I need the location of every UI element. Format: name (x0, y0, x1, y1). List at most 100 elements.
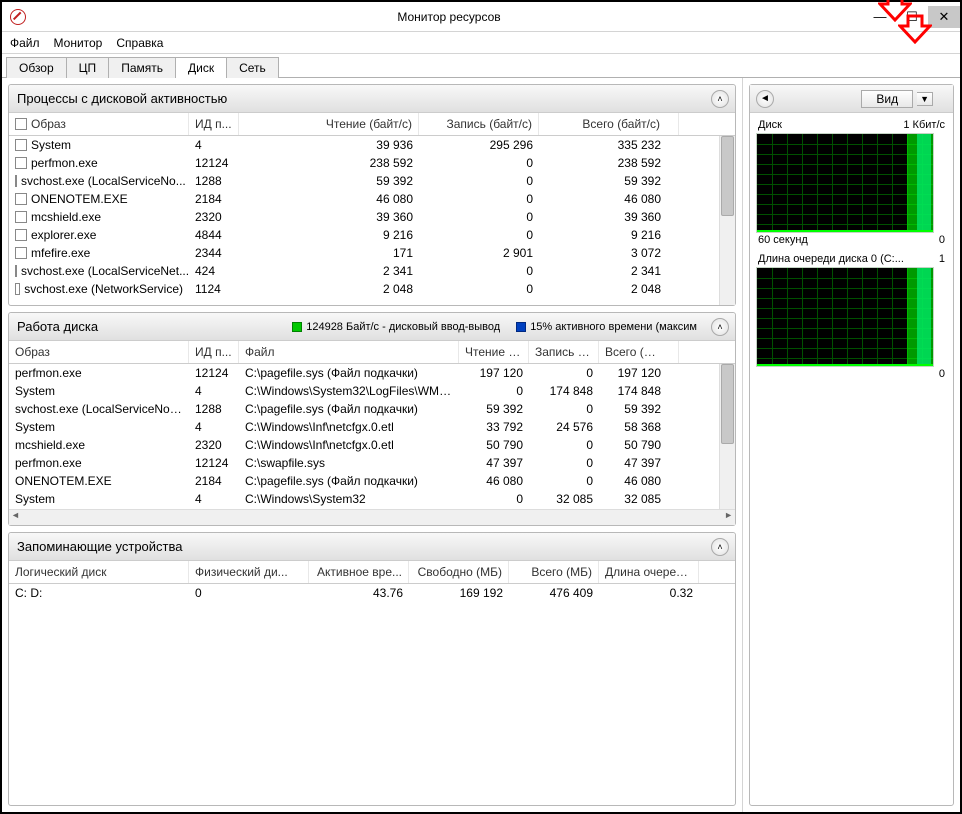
view-dropdown-icon[interactable]: ▼ (917, 92, 933, 106)
menu-help[interactable]: Справка (116, 36, 163, 50)
cell: 50 790 (599, 437, 679, 453)
collapse-icon[interactable]: ˄ (711, 90, 729, 108)
panel-storage-header[interactable]: Запоминающие устройства ˄ (9, 533, 735, 561)
maximize-button[interactable]: ☐ (896, 6, 928, 28)
panel-disk-activity-header[interactable]: Работа диска 124928 Байт/с - дисковый вв… (9, 313, 735, 341)
checkbox[interactable] (15, 229, 27, 241)
cell: perfmon.exe (9, 365, 189, 381)
cell: 2320 (189, 209, 239, 225)
cell: C:\Windows\System32 (239, 491, 459, 507)
cell: 169 192 (409, 585, 509, 601)
table-row[interactable]: System4C:\Windows\System32032 08532 085 (9, 490, 735, 508)
table-row[interactable]: perfmon.exe12124C:\pagefile.sys (Файл по… (9, 364, 735, 382)
table-row[interactable]: ONENOTEM.EXE2184C:\pagefile.sys (Файл по… (9, 472, 735, 490)
col-logical[interactable]: Логический диск (9, 561, 189, 583)
col-read[interactable]: Чтение (б... (459, 341, 529, 363)
checkbox[interactable] (15, 265, 17, 277)
blue-square-icon (516, 322, 526, 332)
checkbox[interactable] (15, 157, 27, 169)
table-row[interactable]: perfmon.exe12124C:\swapfile.sys47 397047… (9, 454, 735, 472)
checkbox[interactable] (15, 283, 20, 295)
table-row[interactable]: System439 936295 296335 232 (9, 136, 735, 154)
cell: 0 (419, 173, 539, 189)
cell: C:\pagefile.sys (Файл подкачки) (239, 401, 459, 417)
table-row[interactable]: mcshield.exe2320C:\Windows\Inf\netcfgx.0… (9, 436, 735, 454)
cell: 4 (189, 491, 239, 507)
col-total[interactable]: Всего (ба... (599, 341, 679, 363)
collapse-icon[interactable]: ˄ (711, 538, 729, 556)
col-pid[interactable]: ИД п... (189, 113, 239, 135)
cell: C:\pagefile.sys (Файл подкачки) (239, 473, 459, 489)
checkbox[interactable] (15, 247, 27, 259)
cell: 197 120 (599, 365, 679, 381)
cell: 2 901 (419, 245, 539, 261)
close-button[interactable]: ✕ (928, 6, 960, 28)
col-read[interactable]: Чтение (байт/с) (239, 113, 419, 135)
panel-processes-header[interactable]: Процессы с дисковой активностью ˄ (9, 85, 735, 113)
scrollbar[interactable] (719, 364, 735, 509)
table-row[interactable]: C: D:043.76169 192476 4090.32 (9, 584, 735, 602)
cell: System (9, 491, 189, 507)
menu-monitor[interactable]: Монитор (54, 36, 103, 50)
titlebar: Монитор ресурсов — ☐ ✕ (2, 2, 960, 32)
table-row[interactable]: explorer.exe48449 21609 216 (9, 226, 735, 244)
table-row[interactable]: svchost.exe (LocalServiceNoNet...1288C:\… (9, 400, 735, 418)
table-row[interactable]: mfefire.exe23441712 9013 072 (9, 244, 735, 262)
col-image[interactable]: Образ (9, 341, 189, 363)
cell: 9 216 (239, 227, 419, 243)
tab-cpu[interactable]: ЦП (66, 57, 110, 78)
checkbox[interactable] (15, 193, 27, 205)
cell: 2 048 (539, 281, 679, 297)
table-header: Образ ИД п... Чтение (байт/с) Запись (ба… (9, 113, 735, 136)
view-button[interactable]: Вид (861, 90, 913, 108)
green-square-icon (292, 322, 302, 332)
checkbox[interactable] (15, 139, 27, 151)
tab-network[interactable]: Сеть (226, 57, 279, 78)
cell: 174 848 (599, 383, 679, 399)
col-write[interactable]: Запись (байт/с) (419, 113, 539, 135)
menu-file[interactable]: Файл (10, 36, 40, 50)
table-row[interactable]: svchost.exe (NetworkService)11242 04802 … (9, 280, 735, 298)
table-row[interactable]: System4C:\Windows\System32\LogFiles\WMI\… (9, 382, 735, 400)
stat-active: 15% активного времени (максим (516, 321, 697, 333)
cell: svchost.exe (LocalServiceNet... (9, 263, 189, 279)
table-row[interactable]: mcshield.exe232039 360039 360 (9, 208, 735, 226)
col-physical[interactable]: Физический ди... (189, 561, 309, 583)
scrollbar[interactable] (719, 136, 735, 305)
cell: 47 397 (459, 455, 529, 471)
nav-back-button[interactable]: ◄ (756, 90, 774, 108)
tab-overview[interactable]: Обзор (6, 57, 67, 78)
chart-canvas (756, 267, 934, 367)
cell: 0 (459, 383, 529, 399)
col-total[interactable]: Всего (МБ) (509, 561, 599, 583)
col-pid[interactable]: ИД п... (189, 341, 239, 363)
cell: 0 (419, 227, 539, 243)
chart-sub-right: 0 (939, 234, 945, 246)
col-queue[interactable]: Длина очеред... (599, 561, 699, 583)
cell: 2184 (189, 191, 239, 207)
col-free[interactable]: Свободно (МБ) (409, 561, 509, 583)
checkbox[interactable] (15, 118, 27, 130)
col-image[interactable]: Образ (9, 113, 189, 135)
chart-title-label: Диск (758, 119, 782, 131)
col-active[interactable]: Активное вре... (309, 561, 409, 583)
collapse-icon[interactable]: ˄ (711, 318, 729, 336)
col-write[interactable]: Запись (б... (529, 341, 599, 363)
minimize-button[interactable]: — (864, 6, 896, 28)
table-row[interactable]: perfmon.exe12124238 5920238 592 (9, 154, 735, 172)
table-row[interactable]: System4C:\Windows\Inf\netcfgx.0.etl33 79… (9, 418, 735, 436)
checkbox[interactable] (15, 175, 17, 187)
table-row[interactable]: svchost.exe (LocalServiceNo...128859 392… (9, 172, 735, 190)
cell: C:\swapfile.sys (239, 455, 459, 471)
col-file[interactable]: Файл (239, 341, 459, 363)
tab-disk[interactable]: Диск (175, 57, 227, 78)
scrollbar-h[interactable] (9, 509, 735, 525)
checkbox[interactable] (15, 211, 27, 223)
cell: 238 592 (539, 155, 679, 171)
sidebar-header: ◄ Вид ▼ (750, 85, 953, 113)
table-row[interactable]: svchost.exe (LocalServiceNet...4242 3410… (9, 262, 735, 280)
tab-memory[interactable]: Память (108, 57, 176, 78)
table-row[interactable]: ONENOTEM.EXE218446 080046 080 (9, 190, 735, 208)
chart-value-label: 1 Кбит/с (903, 119, 945, 131)
col-total[interactable]: Всего (байт/с) (539, 113, 679, 135)
